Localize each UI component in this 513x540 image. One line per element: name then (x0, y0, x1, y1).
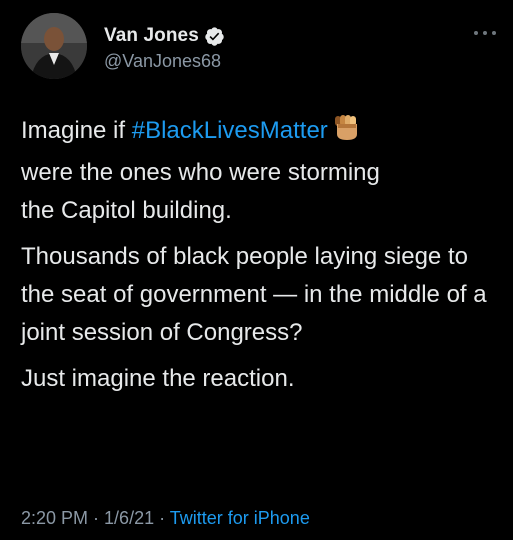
text-segment: were the ones who were storming (21, 159, 380, 186)
tweet-paragraph-1: Imagine if #BlackLivesMatter were the on… (21, 112, 491, 230)
tweet-card: Van Jones @VanJones68 Imagine if #BlackL… (0, 0, 513, 540)
text-segment: Imagine if (21, 117, 132, 144)
raised-fist-emoji-icon (332, 114, 362, 154)
tweet-source-link[interactable]: Twitter for iPhone (170, 508, 310, 528)
separator: · (154, 508, 170, 528)
more-dots-icon[interactable] (474, 28, 496, 38)
tweet-meta: 2:20 PM · 1/6/21 · Twitter for iPhone (21, 508, 310, 529)
author-name[interactable]: Van Jones (104, 25, 199, 47)
hashtag-link[interactable]: #BlackLivesMatter (132, 117, 328, 144)
separator: · (88, 508, 105, 528)
avatar[interactable] (21, 13, 87, 79)
verified-badge-icon (204, 26, 225, 47)
text-segment: the Capitol building. (21, 197, 232, 224)
tweet-text: Imagine if #BlackLivesMatter were the on… (21, 112, 491, 406)
tweet-paragraph-2: Thousands of black people laying siege t… (21, 243, 487, 346)
tweet-header: Van Jones @VanJones68 (21, 13, 496, 79)
tweet-paragraph-3: Just imagine the reaction. (21, 365, 295, 392)
author-info: Van Jones @VanJones68 (104, 24, 225, 72)
author-handle[interactable]: @VanJones68 (104, 51, 225, 72)
tweet-date[interactable]: 1/6/21 (104, 508, 154, 528)
tweet-time[interactable]: 2:20 PM (21, 508, 88, 528)
